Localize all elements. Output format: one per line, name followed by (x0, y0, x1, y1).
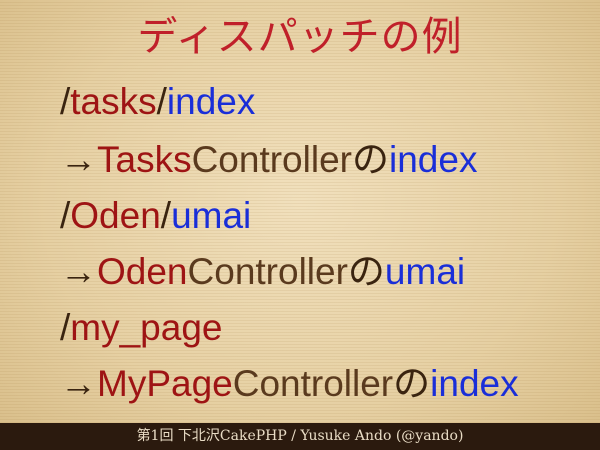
route-line: /my_page (60, 306, 223, 350)
action-segment: umai (171, 195, 252, 236)
controller-suffix: Controller (187, 251, 348, 292)
arrow: → (60, 139, 97, 180)
dispatch-line: →TasksControllerのindex (60, 138, 477, 182)
footer-bar: 第1回 下北沢CakePHP / Yusuke Ando (@yando) (0, 423, 600, 450)
particle-no: の (351, 139, 389, 180)
action-segment: index (166, 81, 256, 122)
slash: / (60, 195, 71, 236)
particle-no: の (347, 251, 385, 292)
action-name: index (388, 139, 478, 180)
slash: / (60, 307, 71, 348)
controller-name: Oden (97, 251, 188, 292)
action-name: index (430, 363, 519, 404)
arrow: → (60, 363, 97, 404)
route-line: /tasks/index (60, 80, 255, 124)
arrow: → (60, 251, 97, 292)
controller-segment: my_page (70, 307, 223, 348)
action-name: umai (384, 251, 466, 292)
controller-segment: Oden (70, 195, 161, 236)
controller-name: Tasks (97, 139, 192, 180)
particle-no: の (393, 363, 431, 404)
slash: / (156, 81, 167, 122)
slash: / (160, 195, 172, 236)
route-line: /Oden/umai (60, 194, 251, 238)
slide-title: ディスパッチの例 (137, 14, 463, 60)
footer-text: 第1回 下北沢CakePHP / Yusuke Ando (@yando) (136, 428, 464, 444)
slash: / (60, 81, 71, 122)
dispatch-line: →MyPageControllerのindex (60, 362, 519, 406)
controller-segment: tasks (70, 81, 157, 122)
controller-name: MyPage (97, 363, 233, 404)
controller-suffix: Controller (232, 363, 394, 404)
dispatch-line: →OdenControllerのumai (60, 250, 465, 294)
controller-suffix: Controller (191, 139, 352, 180)
